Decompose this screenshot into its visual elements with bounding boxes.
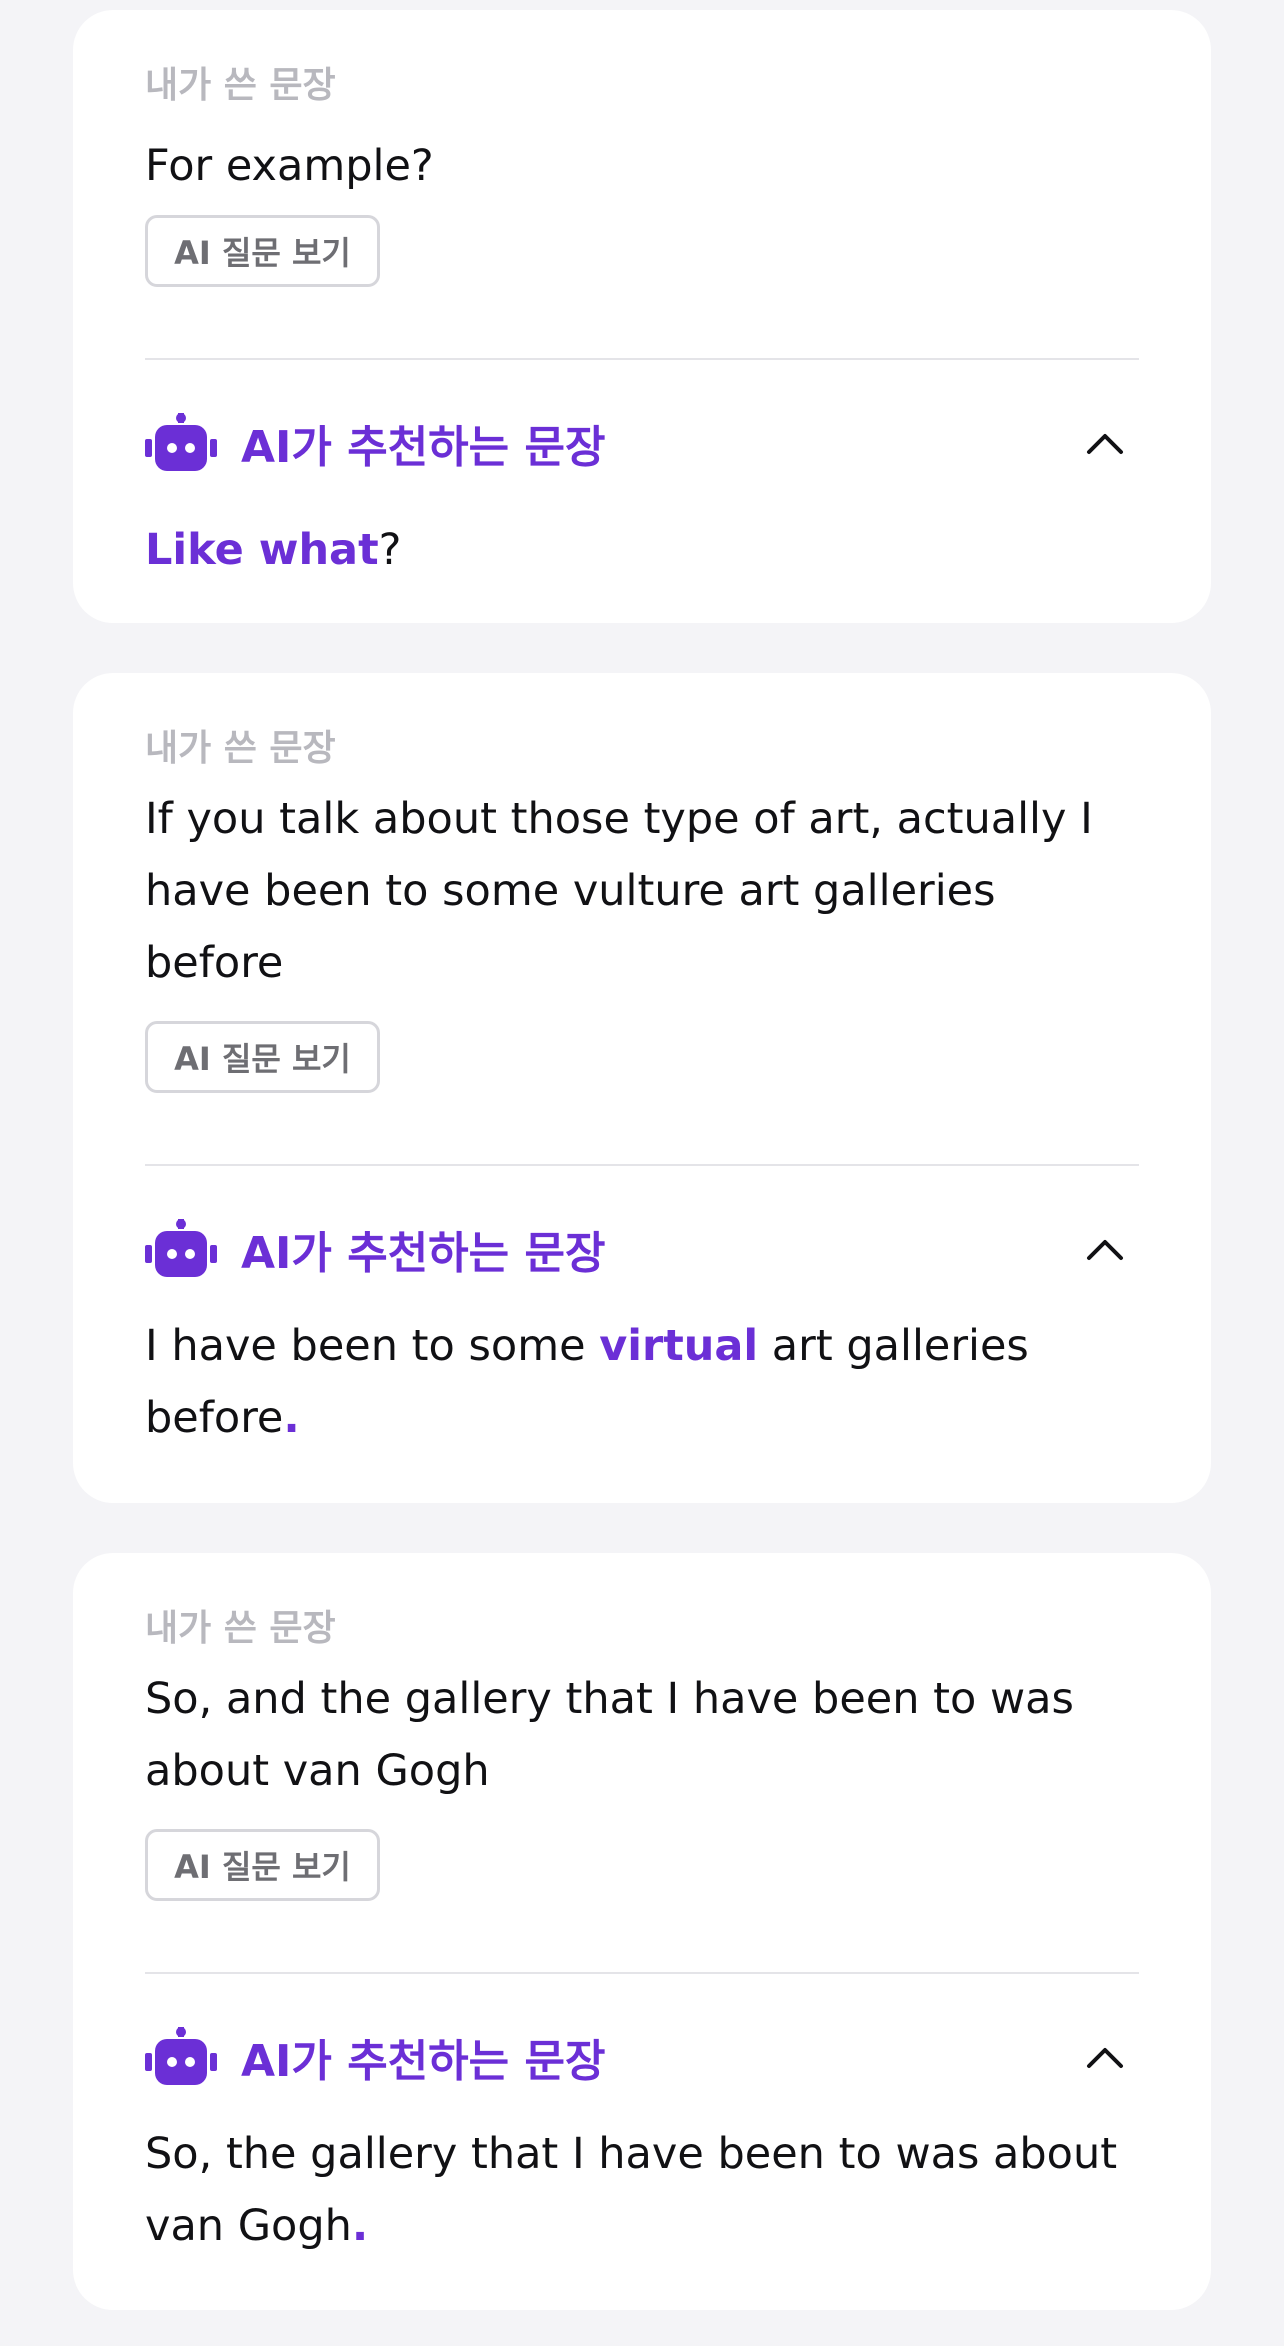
sentence-card: 내가 쓴 문장 If you talk about those type of … (73, 673, 1211, 1503)
ai-question-button[interactable]: AI 질문 보기 (145, 1021, 380, 1093)
sentence-text: So, the gallery that I have been to was … (145, 2129, 1118, 2251)
chevron-up-icon[interactable] (1085, 426, 1125, 458)
review-page: 내가 쓴 문장 For example? AI 질문 보기 AI가 추천하는 문… (0, 0, 1284, 2346)
correction-highlight: . (283, 1393, 300, 1443)
sentence-text: ? (378, 525, 402, 575)
correction-highlight: . (351, 2201, 369, 2251)
divider (145, 1164, 1139, 1166)
correction-highlight: virtual (599, 1321, 759, 1371)
ai-suggested-sentence: I have been to some virtual art gallerie… (145, 1310, 1059, 1454)
ai-suggestion-title: AI가 추천하는 문장 (241, 422, 606, 473)
my-sentence-label: 내가 쓴 문장 (145, 1608, 336, 1649)
user-sentence: For example? (145, 141, 434, 191)
divider (145, 1972, 1139, 1974)
ai-suggested-sentence: Like what? (145, 514, 1139, 586)
robot-icon (145, 2027, 217, 2085)
user-sentence: If you talk about those type of art, act… (145, 794, 1093, 988)
ai-suggestion-header[interactable]: AI가 추천하는 문장 (145, 2022, 1139, 2092)
ai-suggested-sentence: So, the gallery that I have been to was … (145, 2118, 1139, 2262)
robot-icon (145, 1219, 217, 1277)
ai-question-button[interactable]: AI 질문 보기 (145, 1829, 380, 1901)
ai-suggestion-header[interactable]: AI가 추천하는 문장 (145, 1214, 1139, 1284)
my-sentence-label: 내가 쓴 문장 (145, 65, 336, 106)
chevron-up-icon[interactable] (1085, 1232, 1125, 1264)
correction-highlight: Like what (145, 525, 379, 575)
sentence-card: 내가 쓴 문장 So, and the gallery that I have … (73, 1553, 1211, 2310)
user-sentence: So, and the gallery that I have been to … (145, 1674, 1074, 1796)
my-sentence-label: 내가 쓴 문장 (145, 728, 336, 769)
ai-suggestion-header[interactable]: AI가 추천하는 문장 (145, 408, 1139, 478)
sentence-text: I have been to some (145, 1321, 600, 1371)
ai-suggestion-title: AI가 추천하는 문장 (241, 1228, 606, 1279)
sentence-card: 내가 쓴 문장 For example? AI 질문 보기 AI가 추천하는 문… (73, 10, 1211, 623)
ai-suggestion-title: AI가 추천하는 문장 (241, 2036, 606, 2087)
chevron-up-icon[interactable] (1085, 2040, 1125, 2072)
divider (145, 358, 1139, 360)
robot-icon (145, 413, 217, 471)
ai-question-button[interactable]: AI 질문 보기 (145, 215, 380, 287)
